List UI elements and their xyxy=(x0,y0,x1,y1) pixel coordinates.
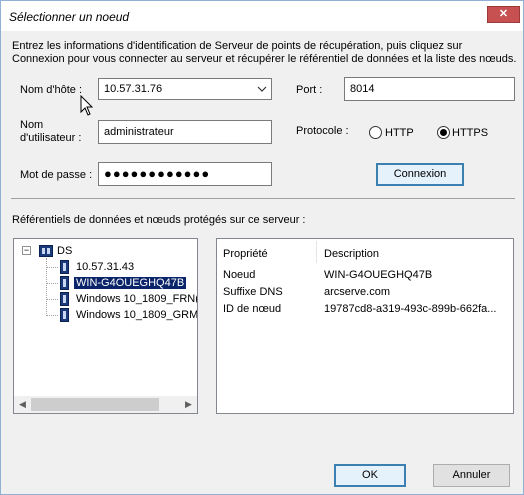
repositories-label: Référentiels de données et nœuds protégé… xyxy=(12,214,306,226)
connect-button[interactable]: Connexion xyxy=(376,163,464,186)
tree-connector xyxy=(46,283,58,284)
chevron-down-icon[interactable] xyxy=(257,84,267,94)
property-key: Noeud xyxy=(223,269,256,281)
properties-list[interactable]: Propriété Description Noeud WIN-G4OUEGHQ… xyxy=(216,238,514,414)
https-radio[interactable] xyxy=(437,126,450,139)
property-value: arcserve.com xyxy=(324,286,391,298)
tree-connector xyxy=(46,267,58,268)
username-label: Nom d'utilisateur : xyxy=(20,119,81,145)
description-column-header[interactable]: Description xyxy=(324,248,379,260)
properties-row[interactable]: Noeud WIN-G4OUEGHQ47B xyxy=(217,268,513,285)
tree-root-ds[interactable]: DS xyxy=(57,243,72,259)
username-label-line2: d'utilisateur : xyxy=(20,132,82,144)
property-key: Suffixe DNS xyxy=(223,286,283,298)
close-button[interactable]: ✕ xyxy=(487,6,520,23)
server-icon xyxy=(60,292,69,306)
tree-connector xyxy=(46,299,58,300)
scroll-thumb[interactable] xyxy=(31,398,159,411)
port-value: 8014 xyxy=(350,83,375,95)
tree-node[interactable]: Windows 10_1809_FRN( xyxy=(76,291,198,307)
tree-node-selected[interactable]: WIN-G4OUEGHQ47B xyxy=(72,275,188,291)
tree-node-label: Windows 10_1809_GRM xyxy=(76,309,198,321)
tree-connector xyxy=(46,315,58,316)
collapse-icon[interactable]: − xyxy=(22,246,31,255)
http-radio[interactable] xyxy=(369,126,382,139)
password-value: ●●●●●●●●●●●● xyxy=(104,166,211,181)
scroll-right-icon[interactable]: ▶ xyxy=(180,396,197,413)
data-store-icon xyxy=(39,245,53,257)
column-divider[interactable] xyxy=(316,241,317,263)
divider xyxy=(11,198,515,199)
username-label-line1: Nom xyxy=(20,119,44,131)
properties-header: Propriété Description xyxy=(217,239,513,264)
tree-node[interactable]: 10.57.31.43 xyxy=(76,259,134,275)
property-key: ID de nœud xyxy=(223,303,282,315)
cancel-button[interactable]: Annuler xyxy=(433,464,510,487)
tree-node[interactable]: Windows 10_1809_GRM xyxy=(76,307,198,323)
property-column-header[interactable]: Propriété xyxy=(223,248,268,260)
title-bar[interactable]: Sélectionner un noeud ✕ xyxy=(1,1,523,31)
repository-tree[interactable]: − DS 10.57.31.43 WIN-G4OUEGHQ47B Windows… xyxy=(13,238,198,414)
server-icon xyxy=(60,276,69,290)
hostname-label: Nom d'hôte : xyxy=(20,84,83,96)
port-label: Port : xyxy=(296,84,323,96)
username-value: administrateur xyxy=(104,126,174,138)
hostname-combobox[interactable]: 10.57.31.76 xyxy=(98,78,272,100)
mouse-cursor-icon xyxy=(80,95,94,116)
protocol-label: Protocole : xyxy=(296,125,349,137)
tree-node-label: 10.57.31.43 xyxy=(76,261,135,273)
tree-node-label: WIN-G4OUEGHQ47B xyxy=(72,276,188,290)
tree-root-label: DS xyxy=(57,245,73,257)
instructions-text: Entrez les informations d'identification… xyxy=(12,40,517,65)
select-node-dialog: Sélectionner un noeud ✕ Entrez les infor… xyxy=(0,0,524,495)
ok-button[interactable]: OK xyxy=(334,464,406,487)
password-field[interactable]: ●●●●●●●●●●●● xyxy=(98,162,272,186)
hostname-value: 10.57.31.76 xyxy=(104,83,163,95)
scroll-left-icon[interactable]: ◀ xyxy=(14,396,31,413)
tree-node-label: Windows 10_1809_FRN( xyxy=(76,293,198,305)
http-radio-label[interactable]: HTTP xyxy=(385,127,414,139)
server-icon xyxy=(60,308,69,322)
server-icon xyxy=(60,260,69,274)
property-value: WIN-G4OUEGHQ47B xyxy=(324,269,433,281)
port-field[interactable]: 8014 xyxy=(344,77,515,101)
properties-row[interactable]: Suffixe DNS arcserve.com xyxy=(217,285,513,302)
property-value: 19787cd8-a319-493c-899b-662fa... xyxy=(324,303,497,315)
properties-row[interactable]: ID de nœud 19787cd8-a319-493c-899b-662fa… xyxy=(217,302,513,319)
username-field[interactable]: administrateur xyxy=(98,120,272,144)
horizontal-scrollbar[interactable]: ◀ ▶ xyxy=(14,396,197,413)
https-radio-label[interactable]: HTTPS xyxy=(452,127,488,139)
password-label: Mot de passe : xyxy=(20,169,93,181)
dialog-title: Sélectionner un noeud xyxy=(9,10,130,24)
